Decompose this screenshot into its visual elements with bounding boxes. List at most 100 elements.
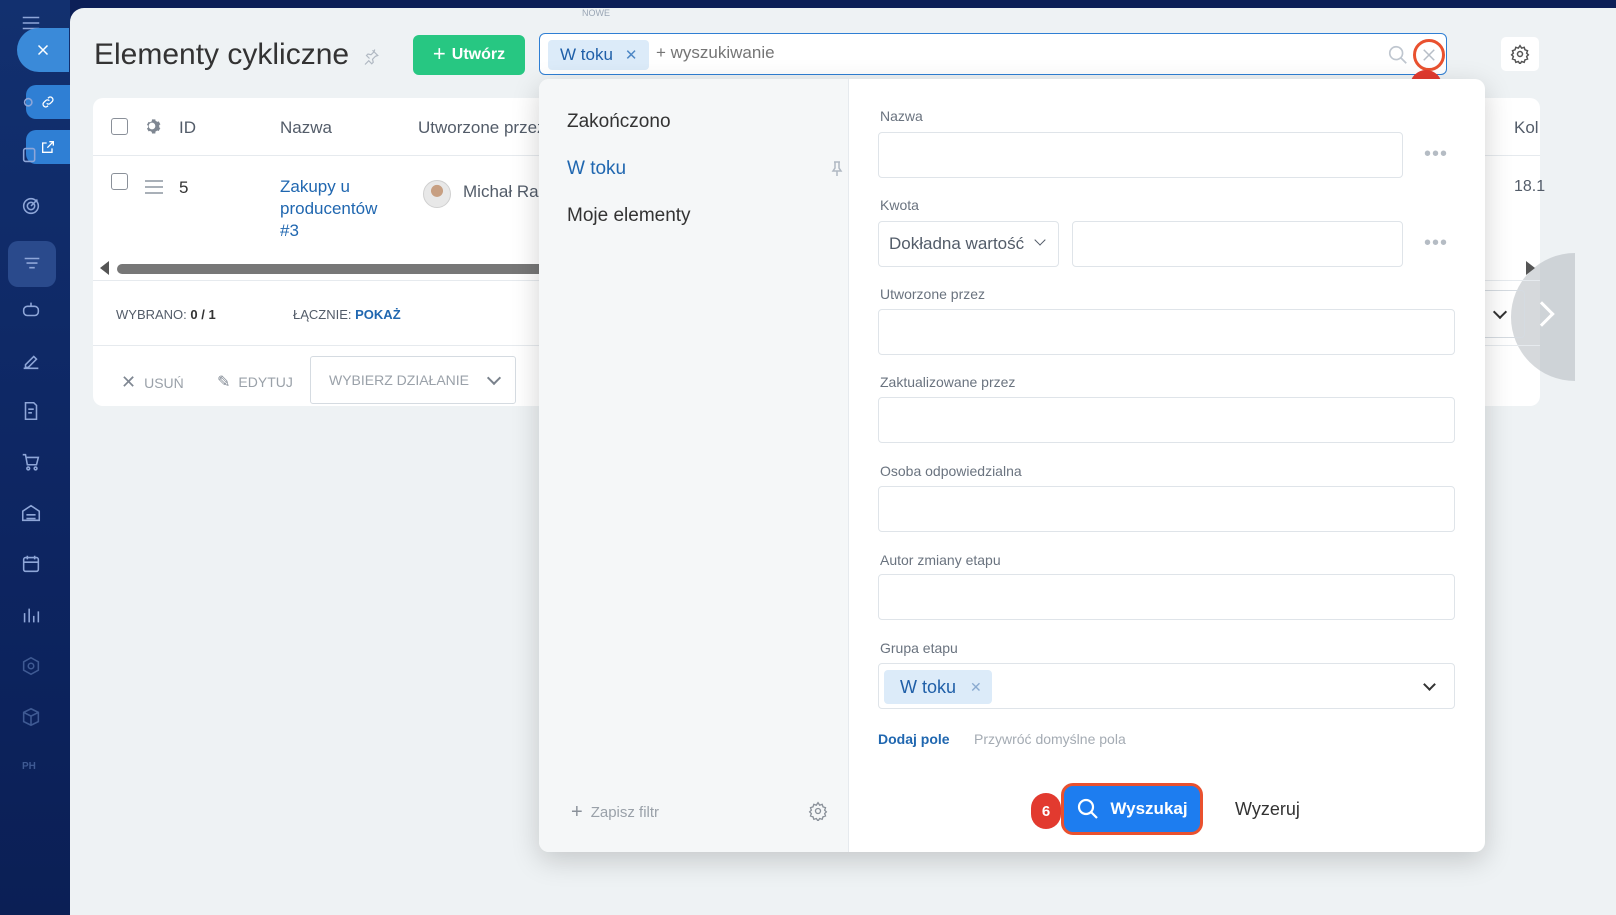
- field-label-amount: Kwota: [880, 197, 919, 213]
- settings-button[interactable]: [1501, 37, 1539, 71]
- chip-remove-icon[interactable]: ✕: [625, 46, 638, 64]
- clear-search-button[interactable]: [1413, 39, 1445, 71]
- pin-icon[interactable]: [362, 48, 380, 66]
- row-checkbox[interactable]: [111, 173, 128, 190]
- create-button-label: Utwórz: [451, 46, 506, 63]
- filter-funnel-icon[interactable]: [8, 241, 56, 287]
- row-menu-icon[interactable]: [145, 180, 163, 198]
- filter-popup: Zakończono W toku Moje elementy + Zapisz…: [539, 79, 1485, 852]
- cell-name-link[interactable]: Zakupy u producentów #3: [280, 176, 400, 242]
- page-size-dropdown[interactable]: [1483, 290, 1525, 338]
- box-icon[interactable]: [18, 704, 44, 730]
- field-label-created-by: Utworzone przez: [880, 286, 986, 302]
- gear-icon: [1510, 44, 1530, 64]
- analytics-icon[interactable]: [18, 602, 44, 628]
- search-icon[interactable]: [1387, 44, 1409, 66]
- horizontal-scrollbar[interactable]: [117, 264, 557, 274]
- robot-icon[interactable]: [18, 297, 44, 323]
- more-options-icon[interactable]: •••: [1424, 232, 1448, 255]
- stage-group-tag-label: W toku: [900, 676, 957, 697]
- responsible-field[interactable]: [878, 486, 1455, 532]
- tag-remove-icon[interactable]: ✕: [970, 679, 982, 696]
- show-total-link[interactable]: POKAŻ: [355, 307, 401, 322]
- target-icon[interactable]: [18, 193, 44, 219]
- save-filter-label: Zapisz filtr: [590, 804, 660, 821]
- filter-presets-panel: Zakończono W toku Moje elementy + Zapisz…: [539, 79, 849, 852]
- warehouse-icon[interactable]: [18, 500, 44, 526]
- amount-field[interactable]: [1072, 221, 1403, 267]
- left-navigation-rail: PH: [0, 0, 70, 915]
- documents-icon[interactable]: [18, 142, 44, 168]
- cell-creator[interactable]: Michał Rad: [463, 182, 548, 202]
- column-header-id[interactable]: ID: [179, 118, 196, 138]
- chevron-down-icon: [486, 370, 502, 386]
- rail-ph-label[interactable]: PH: [22, 761, 36, 772]
- plus-icon: +: [571, 801, 583, 823]
- search-bar[interactable]: W toku ✕: [539, 33, 1447, 75]
- column-header-kol[interactable]: Kol: [1514, 118, 1539, 138]
- scroll-left-arrow[interactable]: [100, 261, 109, 275]
- total-count: ŁĄCZNIE: POKAŻ: [293, 307, 401, 322]
- preset-in-progress[interactable]: W toku: [567, 158, 626, 180]
- chevron-down-icon: [1492, 304, 1508, 320]
- stage-group-tag[interactable]: W toku ✕: [884, 670, 992, 704]
- step-badge-6: 6: [1031, 793, 1061, 829]
- column-header-created-by[interactable]: Utworzone przez: [418, 118, 546, 138]
- top-note: NOWE: [582, 8, 610, 18]
- edit-button[interactable]: ✎ EDYTUJ: [217, 372, 293, 392]
- stage-group-field[interactable]: W toku ✕: [878, 663, 1455, 709]
- filter-fields-panel: Nazwa ••• Kwota Dokładna wartość ••• Utw…: [850, 79, 1485, 852]
- scroll-right-arrow[interactable]: [1526, 261, 1535, 275]
- name-field[interactable]: [878, 132, 1403, 178]
- select-all-checkbox[interactable]: [111, 118, 128, 135]
- field-label-responsible: Osoba odpowiedzialna: [880, 463, 1022, 479]
- choose-action-select[interactable]: WYBIERZ DZIAŁANIE: [310, 356, 516, 404]
- cart-icon[interactable]: [18, 449, 44, 475]
- field-label-stage-group: Grupa etapu: [880, 640, 958, 656]
- chevron-down-icon[interactable]: [1423, 678, 1436, 691]
- updated-by-field[interactable]: [878, 397, 1455, 443]
- choose-action-label: WYBIERZ DZIAŁANIE: [329, 372, 470, 388]
- reset-button[interactable]: Wyzeruj: [1235, 799, 1300, 820]
- search-input[interactable]: [656, 43, 1356, 63]
- cell-date: 18.1: [1514, 178, 1546, 195]
- document-edit-icon[interactable]: [18, 398, 44, 424]
- avatar: [423, 180, 451, 208]
- amount-mode-value: Dokładna wartość: [889, 234, 1025, 253]
- restore-default-fields-link[interactable]: Przywróć domyślne pola: [974, 731, 1126, 747]
- close-icon: ✕: [121, 372, 137, 392]
- add-field-link[interactable]: Dodaj pole: [878, 731, 950, 747]
- created-by-field[interactable]: [878, 309, 1455, 355]
- cell-id: 5: [179, 178, 189, 197]
- field-label-updated-by: Zaktualizowane przez: [880, 374, 1016, 390]
- save-filter-button[interactable]: + Zapisz filtr: [571, 801, 659, 824]
- delete-button[interactable]: ✕ USUŃ: [121, 372, 184, 393]
- close-panel-button[interactable]: [17, 28, 69, 72]
- column-settings-icon[interactable]: [142, 116, 162, 136]
- page-title: Elementy cykliczne: [94, 38, 350, 71]
- gear-icon[interactable]: [808, 801, 828, 823]
- search-button[interactable]: Wyszukaj: [1061, 783, 1203, 835]
- pin-icon[interactable]: [831, 161, 843, 177]
- search-button-label: Wyszukaj: [1110, 799, 1188, 818]
- close-icon: [37, 44, 49, 56]
- pencil-sign-icon[interactable]: [18, 348, 44, 374]
- total-label: ŁĄCZNIE:: [293, 307, 352, 322]
- search-icon: [1078, 798, 1099, 819]
- search-filter-chip[interactable]: W toku ✕: [548, 40, 650, 70]
- amount-mode-select[interactable]: Dokładna wartość: [878, 221, 1059, 267]
- stage-author-field[interactable]: [878, 574, 1455, 620]
- create-button[interactable]: + Utwórz: [413, 35, 525, 75]
- search-filter-chip-label: W toku: [560, 45, 613, 64]
- contacts-icon[interactable]: [18, 92, 44, 118]
- delete-label: USUŃ: [144, 374, 184, 391]
- column-header-name[interactable]: Nazwa: [280, 118, 332, 138]
- close-icon: [1423, 49, 1435, 61]
- selected-label: WYBRANO:: [116, 307, 187, 322]
- more-options-icon[interactable]: •••: [1424, 143, 1448, 166]
- preset-completed[interactable]: Zakończono: [567, 111, 671, 133]
- selected-value: 0 / 1: [190, 307, 216, 322]
- preset-my-items[interactable]: Moje elementy: [567, 205, 691, 227]
- hexagon-icon[interactable]: [18, 653, 44, 679]
- calendar-icon[interactable]: [18, 551, 44, 577]
